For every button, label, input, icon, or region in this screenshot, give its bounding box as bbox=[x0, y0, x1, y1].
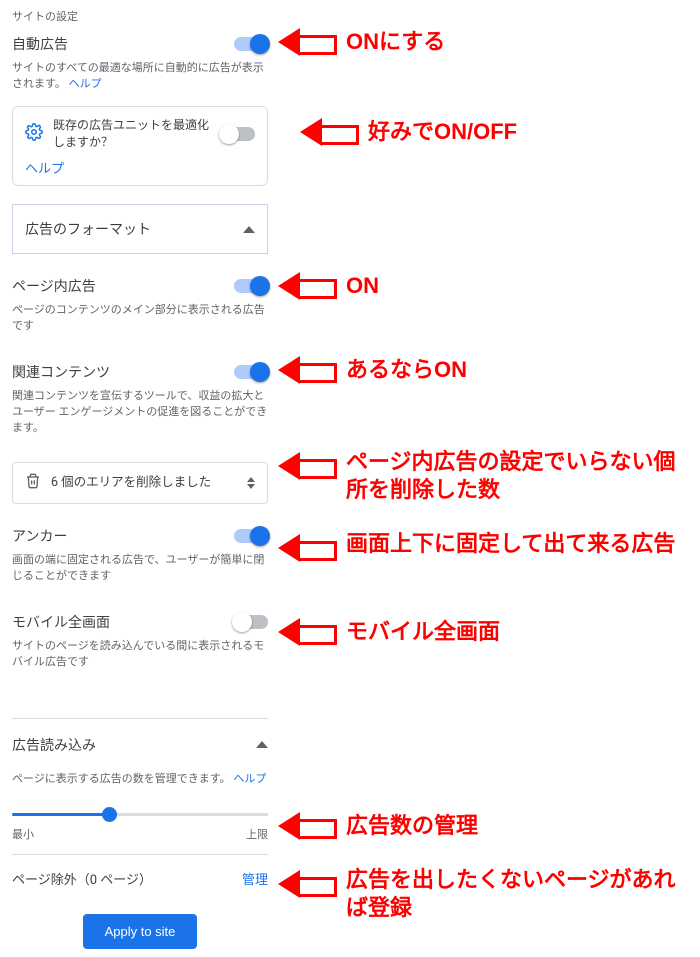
ad-load-desc-text: ページに表示する広告の数を管理できます。 bbox=[12, 772, 231, 785]
optimize-help-link[interactable]: ヘルプ bbox=[25, 162, 64, 177]
arrow-left-icon bbox=[278, 618, 300, 646]
auto-ads-help-link[interactable]: ヘルプ bbox=[69, 77, 102, 90]
matched-label: 関連コンテンツ bbox=[12, 362, 110, 382]
vignette-label: モバイル全画面 bbox=[12, 612, 110, 632]
auto-ads-label: 自動広告 bbox=[12, 34, 68, 54]
annotation-6: 画面上下に固定して出て来る広告 bbox=[278, 530, 678, 562]
arrow-left-icon bbox=[278, 870, 300, 898]
anchor-toggle[interactable] bbox=[234, 529, 268, 543]
arrow-left-icon bbox=[278, 356, 300, 384]
ad-load-title: 広告読み込み bbox=[12, 735, 96, 755]
ad-formats-title: 広告のフォーマット bbox=[25, 219, 151, 239]
annotation-1: ONにする bbox=[278, 28, 445, 56]
vignette-desc: サイトのページを読み込んでいる間に表示されるモバイル広告です bbox=[12, 638, 268, 676]
arrow-left-icon bbox=[278, 272, 300, 300]
annotation-9: 広告を出したくないページがあれば登録 bbox=[278, 866, 678, 921]
auto-ads-desc: サイトのすべての最適な場所に自動的に広告が表示されます。 ヘルプ bbox=[12, 60, 268, 98]
anchor-block: アンカー 画面の端に固定される広告で、ユーザーが簡単に閉じることができます bbox=[12, 514, 268, 600]
auto-ads-desc-text: サイトのすべての最適な場所に自動的に広告が表示されます。 bbox=[12, 61, 264, 90]
optimize-card: 既存の広告ユニットを最適化しますか？ ヘルプ bbox=[12, 106, 268, 187]
gear-icon bbox=[25, 123, 43, 145]
site-settings-title: サイトの設定 bbox=[12, 0, 268, 28]
annotation-8: 広告数の管理 bbox=[278, 812, 478, 840]
auto-ads-toggle[interactable] bbox=[234, 37, 268, 51]
deleted-areas-card[interactable]: 6 個のエリアを削除しました bbox=[12, 462, 268, 504]
optimize-card-text: 既存の広告ユニットを最適化しますか？ bbox=[53, 117, 211, 151]
matched-block: 関連コンテンツ 関連コンテンツを宣伝するツールで、収益の拡大とユーザー エンゲー… bbox=[12, 350, 268, 452]
page-exclusions-row: ページ除外（0 ページ） 管理 bbox=[12, 854, 268, 902]
slider-max-label: 上限 bbox=[246, 826, 268, 842]
inpage-toggle[interactable] bbox=[234, 279, 268, 293]
arrow-left-icon bbox=[278, 812, 300, 840]
auto-ads-row: 自動広告 bbox=[12, 28, 268, 60]
annotation-2: 好みでON/OFF bbox=[300, 118, 517, 146]
ad-load-desc: ページに表示する広告の数を管理できます。 ヘルプ bbox=[12, 771, 268, 793]
arrow-left-icon bbox=[300, 118, 322, 146]
ad-load-help-link[interactable]: ヘルプ bbox=[233, 772, 266, 785]
slider-min-label: 最小 bbox=[12, 826, 34, 842]
vignette-toggle[interactable] bbox=[234, 615, 268, 629]
ad-formats-body: ページ内広告 ページのコンテンツのメイン部分に表示される広告です 関連コンテンツ… bbox=[12, 254, 268, 695]
sort-icon bbox=[247, 477, 255, 489]
apply-to-site-button[interactable]: Apply to site bbox=[83, 914, 198, 949]
settings-panel: サイトの設定 自動広告 サイトのすべての最適な場所に自動的に広告が表示されます。… bbox=[0, 0, 280, 949]
arrow-left-icon bbox=[278, 534, 300, 562]
chevron-up-icon bbox=[256, 741, 268, 748]
manage-link[interactable]: 管理 bbox=[242, 869, 268, 888]
optimize-toggle[interactable] bbox=[221, 127, 255, 141]
anchor-label: アンカー bbox=[12, 526, 67, 546]
vignette-block: モバイル全画面 サイトのページを読み込んでいる間に表示されるモバイル広告です bbox=[12, 600, 268, 686]
matched-toggle[interactable] bbox=[234, 365, 268, 379]
trash-icon bbox=[25, 473, 41, 493]
matched-desc: 関連コンテンツを宣伝するツールで、収益の拡大とユーザー エンゲージメントの促進を… bbox=[12, 388, 268, 442]
anchor-desc: 画面の端に固定される広告で、ユーザーが簡単に閉じることができます bbox=[12, 552, 268, 590]
ad-load-header[interactable]: 広告読み込み bbox=[12, 719, 268, 771]
deleted-areas-text: 6 個のエリアを削除しました bbox=[51, 474, 237, 492]
ad-formats-section: 広告のフォーマット bbox=[12, 204, 268, 254]
ad-load-section: 広告読み込み ページに表示する広告の数を管理できます。 ヘルプ 最小 上限 ペー… bbox=[12, 718, 268, 949]
exclusions-label: ページ除外（0 ページ） bbox=[12, 869, 152, 888]
annotation-7: モバイル全画面 bbox=[278, 618, 500, 646]
annotation-5: ページ内広告の設定でいらない個所を削除した数 bbox=[278, 448, 678, 503]
inpage-label: ページ内広告 bbox=[12, 276, 96, 296]
ad-formats-header[interactable]: 広告のフォーマット bbox=[13, 205, 267, 253]
annotation-4: あるならON bbox=[278, 356, 467, 384]
chevron-up-icon bbox=[243, 226, 255, 233]
arrow-left-icon bbox=[278, 452, 300, 480]
annotation-3: ON bbox=[278, 272, 379, 300]
inpage-desc: ページのコンテンツのメイン部分に表示される広告です bbox=[12, 302, 268, 340]
inpage-ads-block: ページ内広告 ページのコンテンツのメイン部分に表示される広告です bbox=[12, 264, 268, 350]
ad-load-slider[interactable]: 最小 上限 bbox=[12, 793, 268, 846]
arrow-left-icon bbox=[278, 28, 300, 56]
